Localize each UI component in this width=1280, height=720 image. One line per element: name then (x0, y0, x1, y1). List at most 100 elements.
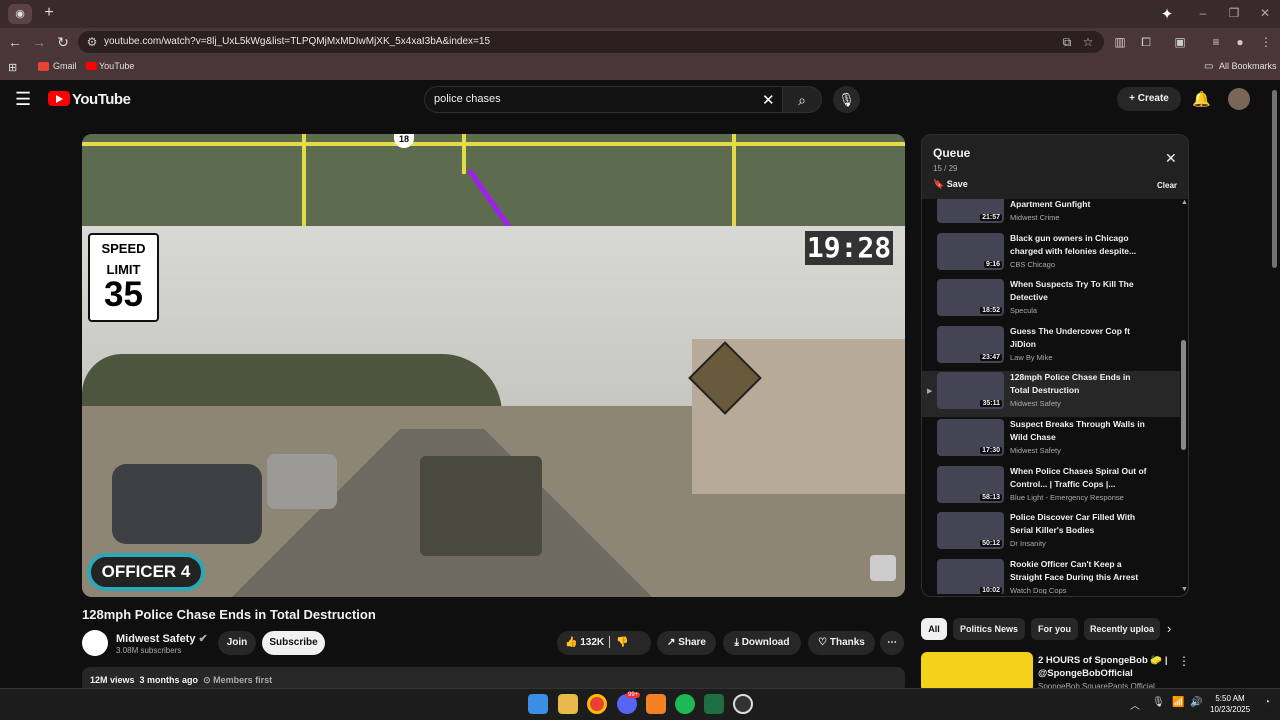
minimize-button[interactable]: – (1194, 6, 1212, 22)
taskbar-clock[interactable]: 5:50 AM 10/23/2025 (1210, 693, 1250, 715)
queue-item[interactable]: 9:16 Black gun owners in Chicago charged … (922, 232, 1180, 278)
chip-recently-uploaded[interactable]: Recently uploa (1084, 618, 1160, 640)
notification-center-icon[interactable]: ◔ (1264, 697, 1270, 708)
queue-save-button[interactable]: 🔖 Save (933, 179, 968, 190)
youtube-wordmark[interactable]: YouTube (72, 91, 131, 108)
wifi-icon[interactable]: 📶 (1172, 697, 1184, 708)
share-button[interactable]: ↗ Share (657, 631, 716, 655)
chip-politics-news[interactable]: Politics News (953, 618, 1025, 640)
bookmark-gmail[interactable]: Gmail (53, 61, 77, 71)
notifications-bell-icon[interactable]: 🔔 (1192, 90, 1211, 108)
thanks-label: Thanks (829, 637, 865, 648)
queue-thumbnail[interactable]: 9:16 (937, 232, 1004, 270)
search-query-text[interactable]: police chases (434, 93, 501, 105)
hamburger-menu-icon[interactable]: ☰ (15, 90, 33, 108)
start-icon[interactable] (528, 694, 548, 714)
queue-thumbnail[interactable]: 21:57 (937, 199, 1004, 223)
scroll-up-icon[interactable]: ▲ (1181, 199, 1188, 206)
join-button[interactable]: Join (218, 631, 256, 655)
volume-icon[interactable]: 🔊 (1190, 697, 1202, 708)
voice-search-mic-icon[interactable]: 🎙 (833, 86, 860, 113)
queue-item-title[interactable]: 128mph Police Chase Ends in Total Destru… (1010, 371, 1150, 397)
youtube-logo-icon[interactable] (48, 91, 70, 106)
video-player[interactable]: 18 SPEED LIMIT 35 19:28 OFFICER 4 (82, 134, 905, 597)
back-arrow-icon[interactable]: ← (6, 33, 24, 51)
chevron-right-icon[interactable]: › (1167, 621, 1171, 636)
app-icon[interactable] (646, 694, 666, 714)
recommendation-menu-icon[interactable]: ⋮ (1178, 654, 1190, 668)
queue-item[interactable]: 17:30 Suspect Breaks Through Walls in Wil… (922, 418, 1180, 464)
queue-clear-button[interactable]: Clear (1157, 181, 1177, 190)
queue-item[interactable]: 50:12 Police Discover Car Filled With Ser… (922, 511, 1180, 557)
close-queue-icon[interactable]: ✕ (1165, 150, 1177, 167)
download-button[interactable]: ⤓ Download (723, 631, 801, 655)
chip-all[interactable]: All (921, 618, 947, 640)
new-tab-button[interactable]: + (40, 4, 58, 24)
puzzle-extensions-icon[interactable]: ⧠ (1138, 34, 1154, 50)
account-avatar[interactable] (1228, 88, 1250, 110)
queue-item-title[interactable]: When Police Chases Spiral Out of Control… (1010, 465, 1150, 491)
queue-item-title[interactable]: Suspect Breaks Through Walls in Wild Cha… (1010, 418, 1150, 444)
reading-list-icon[interactable]: ≡ (1208, 34, 1224, 50)
queue-item[interactable]: 10:02 Rookie Officer Can't Keep a Straigh… (922, 558, 1180, 594)
subscribe-button[interactable]: Subscribe (262, 631, 325, 655)
restore-button[interactable]: ❐ (1225, 6, 1243, 22)
steam-icon[interactable] (733, 694, 753, 714)
queue-thumbnail[interactable]: 35:11 (937, 372, 1004, 410)
queue-item-title[interactable]: Black gun owners in Chicago charged with… (1010, 232, 1150, 258)
like-count[interactable]: 132K (580, 637, 604, 648)
bookmark-star-icon[interactable]: ☆ (1080, 34, 1096, 50)
side-panel-icon[interactable]: ▣ (1172, 34, 1188, 50)
queue-thumbnail[interactable]: 18:52 (937, 279, 1004, 317)
clear-search-icon[interactable]: ✕ (762, 91, 775, 109)
queue-item-title[interactable]: Guess The Undercover Cop ft JiDion (1010, 325, 1150, 351)
search-button[interactable]: ⌕ (782, 86, 822, 113)
more-actions-button[interactable]: ⋯ (880, 631, 904, 655)
reload-icon[interactable]: ↻ (54, 33, 72, 51)
install-app-icon[interactable]: ⧉ (1059, 34, 1075, 50)
queue-item[interactable]: ▶ 35:11 128mph Police Chase Ends in Total … (922, 371, 1180, 418)
thumbs-up-icon[interactable]: 👍 (565, 637, 577, 648)
queue-item[interactable]: 23:47 Guess The Undercover Cop ft JiDion L… (922, 325, 1180, 371)
chrome-menu-icon[interactable]: ⋮ (1258, 34, 1274, 50)
queue-item[interactable]: 58:13 When Police Chases Spiral Out of Co… (922, 465, 1180, 511)
queue-item-title[interactable]: Rookie Officer Can't Keep a Straight Fac… (1010, 558, 1150, 584)
profile-icon[interactable]: ● (1232, 34, 1248, 50)
channel-avatar[interactable] (82, 630, 108, 656)
url-text[interactable]: youtube.com/watch?v=8lj_UxL5kWg&list=TLP… (104, 36, 490, 47)
queue-thumbnail[interactable]: 58:13 (937, 465, 1004, 503)
spotify-icon[interactable] (675, 694, 695, 714)
queue-item[interactable]: 21:57 Warrant Attempt Turns Into Apartmen… (922, 199, 1180, 231)
queue-scrollbar[interactable] (1181, 340, 1186, 450)
thanks-button[interactable]: ♡ Thanks (808, 631, 875, 655)
chrome-icon[interactable] (587, 694, 607, 714)
queue-item-title[interactable]: Police Discover Car Filled With Serial K… (1010, 511, 1150, 537)
recommendation-thumbnail[interactable] (921, 652, 1033, 692)
page-scrollbar[interactable] (1272, 90, 1277, 268)
excel-icon[interactable] (704, 694, 724, 714)
thumbs-down-icon[interactable]: 👎 (616, 637, 628, 648)
tab-favicon-icon[interactable]: ◉ (8, 4, 32, 24)
close-window-button[interactable]: ✕ (1256, 6, 1274, 22)
bookmark-youtube[interactable]: YouTube (99, 61, 134, 71)
queue-item[interactable]: 18:52 When Suspects Try To Kill The Detec… (922, 278, 1180, 324)
queue-thumbnail[interactable]: 23:47 (937, 325, 1004, 363)
chip-for-you[interactable]: For you (1031, 618, 1078, 640)
queue-thumbnail[interactable]: 17:30 (937, 419, 1004, 456)
site-info-icon[interactable]: ⚙ (84, 34, 100, 50)
tray-chevron-icon[interactable]: ︿ (1130, 697, 1140, 712)
create-button[interactable]: + Create (1117, 87, 1181, 111)
gemini-icon[interactable]: ✦ (1158, 5, 1176, 23)
channel-name[interactable]: Midwest Safety ✔ (116, 632, 208, 645)
queue-item-title[interactable]: When Suspects Try To Kill The Detective (1010, 278, 1150, 304)
tray-mic-icon[interactable]: 🎙 (1152, 697, 1165, 708)
extension-icon[interactable]: ▥ (1112, 34, 1128, 50)
apps-grid-icon[interactable]: ⊞ (8, 61, 17, 74)
queue-thumbnail[interactable]: 50:12 (937, 512, 1004, 550)
file-explorer-icon[interactable] (558, 694, 578, 714)
forward-arrow-icon[interactable]: → (30, 33, 48, 51)
scroll-down-icon[interactable]: ▼ (1181, 586, 1188, 593)
queue-item-title[interactable]: Warrant Attempt Turns Into Apartment Gun… (1010, 199, 1150, 211)
all-bookmarks-button[interactable]: All Bookmarks (1219, 61, 1277, 71)
queue-thumbnail[interactable]: 10:02 (937, 558, 1004, 594)
